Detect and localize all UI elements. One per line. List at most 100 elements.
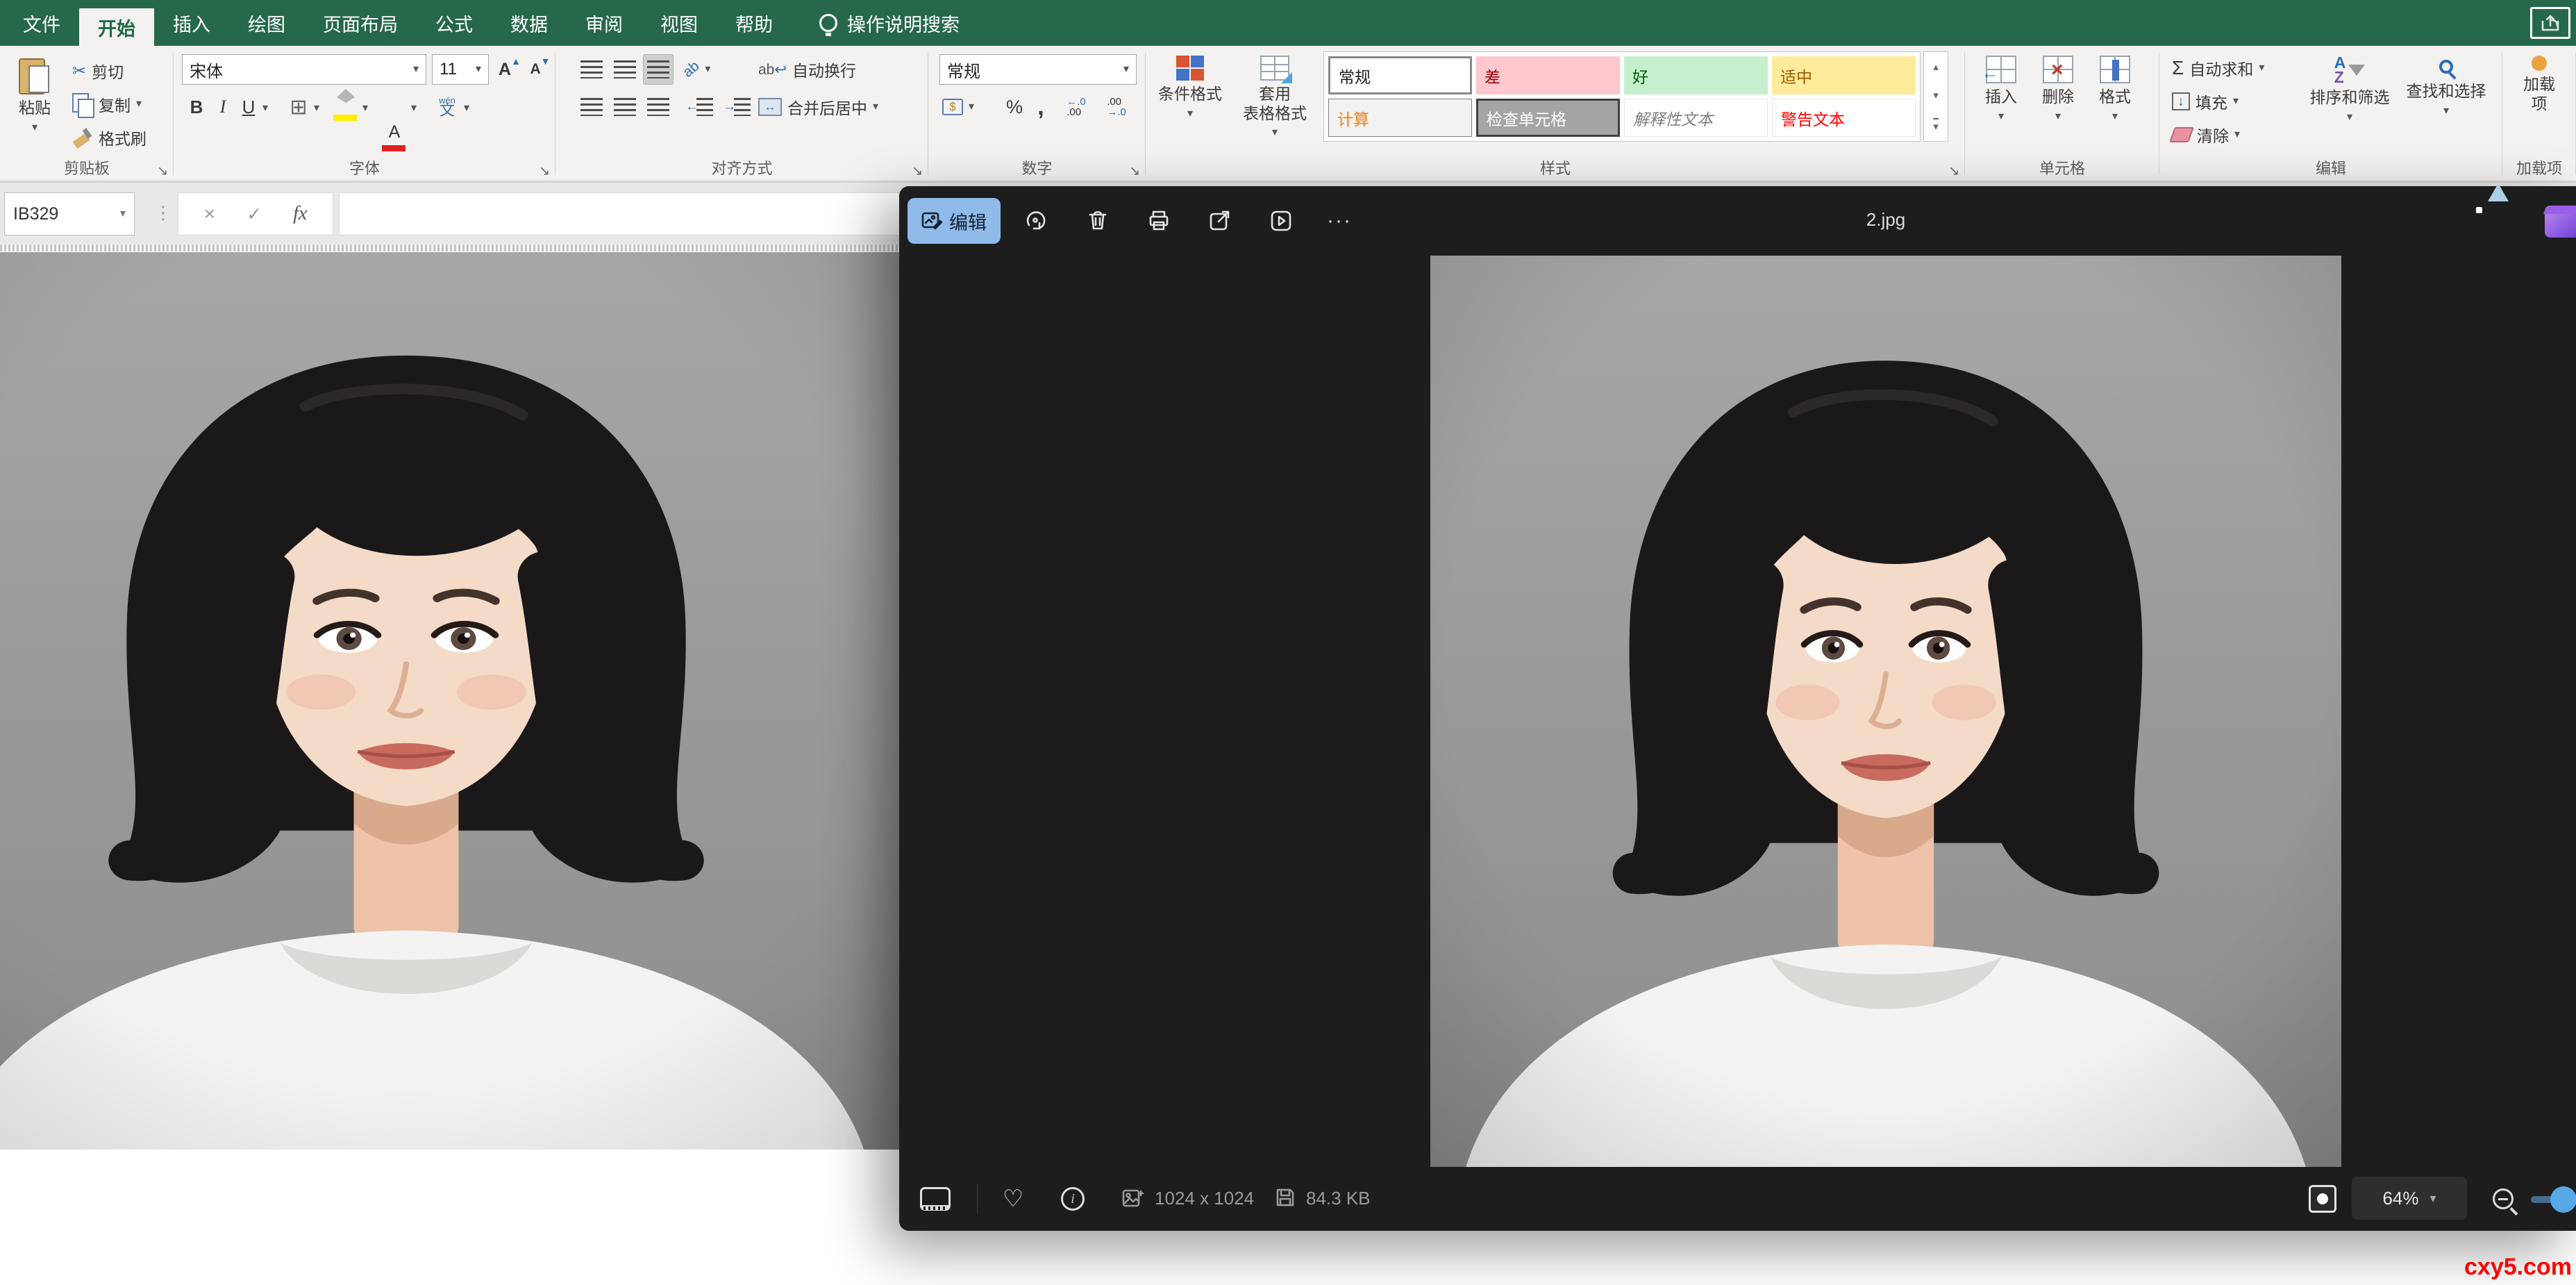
menu-tab-data[interactable]: 数据 bbox=[492, 0, 567, 46]
underline-caret[interactable]: ▾ bbox=[262, 103, 268, 114]
format-as-table-button[interactable]: 套用表格格式 ▾ bbox=[1233, 50, 1316, 154]
name-box[interactable]: IB329 ▾ bbox=[4, 192, 135, 235]
decrease-indent-button[interactable]: ← bbox=[682, 92, 717, 122]
top-align-button[interactable] bbox=[576, 54, 607, 85]
menu-tab-formulas[interactable]: 公式 bbox=[417, 0, 492, 46]
gallery-down-icon[interactable]: ▾ bbox=[1933, 89, 1939, 101]
cancel-entry-button[interactable]: × bbox=[204, 203, 215, 225]
style-bad[interactable]: 差 bbox=[1476, 56, 1620, 94]
orientation-button[interactable]: ab ▾ bbox=[683, 54, 710, 85]
fit-to-window-button[interactable] bbox=[2303, 1179, 2342, 1218]
align-right-button[interactable] bbox=[643, 92, 674, 122]
autosum-button[interactable]: Σ 自动求和 ▾ bbox=[2172, 53, 2264, 83]
phonetic-button[interactable]: wén 文 bbox=[432, 92, 462, 122]
increase-indent-button[interactable]: → bbox=[719, 92, 754, 122]
edit-button[interactable]: 编辑 bbox=[908, 198, 1001, 244]
delete-cells-button[interactable]: × 删除 ▾ bbox=[2032, 50, 2084, 154]
font-name-combo[interactable]: 宋体 ▾ bbox=[182, 54, 426, 85]
align-center-button[interactable] bbox=[610, 92, 640, 122]
insert-cells-button[interactable]: ← 插入 ▾ bbox=[1975, 50, 2027, 154]
favorite-button[interactable]: ♡ bbox=[994, 1179, 1032, 1218]
menu-tab-draw[interactable]: 绘图 bbox=[229, 0, 304, 46]
percent-button[interactable]: % bbox=[1001, 92, 1028, 122]
gallery-scroll[interactable]: ▴ ▾ ▾ bbox=[1923, 51, 1948, 142]
sort-filter-button[interactable]: AZ 排序和筛选 ▾ bbox=[2305, 50, 2394, 154]
font-color-button[interactable]: A bbox=[382, 122, 407, 153]
print-button[interactable] bbox=[1139, 201, 1178, 240]
zoom-out-button[interactable] bbox=[2484, 1179, 2523, 1218]
delete-button[interactable] bbox=[1078, 201, 1117, 240]
fill-button[interactable]: ↓ 填充 ▾ bbox=[2172, 86, 2239, 117]
slideshow-button[interactable] bbox=[1262, 201, 1300, 240]
style-explanatory[interactable]: 解释性文本 bbox=[1624, 99, 1768, 137]
addins-button[interactable]: 加载项 bbox=[2514, 50, 2565, 154]
format-cells-button[interactable]: 格式 ▾ bbox=[2089, 50, 2141, 154]
zoom-slider-knob[interactable] bbox=[2550, 1186, 2576, 1213]
zoom-slider[interactable] bbox=[2531, 1196, 2576, 1203]
style-neutral[interactable]: 适中 bbox=[1772, 56, 1916, 94]
more-options-button[interactable]: ··· bbox=[1320, 201, 1359, 240]
gallery-more-icon[interactable]: ▾ bbox=[1933, 118, 1939, 133]
font-size-combo[interactable]: 11 ▾ bbox=[432, 54, 489, 85]
phonetic-caret[interactable]: ▾ bbox=[464, 103, 469, 114]
worksheet-portrait-image[interactable] bbox=[0, 252, 903, 1150]
style-calculation[interactable]: 计算 bbox=[1328, 99, 1472, 137]
bold-button[interactable]: B bbox=[183, 92, 210, 122]
cut-button[interactable]: ✂ 剪切 bbox=[72, 56, 124, 86]
decrease-font-button[interactable]: A ▼ bbox=[525, 54, 555, 85]
tell-me-search[interactable]: 操作说明搜索 bbox=[847, 10, 960, 37]
zoom-level-dropdown[interactable]: 64% ▾ bbox=[2352, 1177, 2467, 1220]
bottom-align-button[interactable] bbox=[643, 54, 674, 85]
viewer-photo[interactable] bbox=[1430, 256, 2341, 1167]
fill-color-caret[interactable]: ▾ bbox=[362, 103, 368, 114]
alignment-dialog-launcher[interactable]: ↘ bbox=[912, 165, 923, 178]
italic-button[interactable]: I bbox=[211, 92, 235, 122]
align-left-button[interactable] bbox=[576, 92, 607, 122]
middle-align-button[interactable] bbox=[610, 54, 640, 85]
filmstrip-button[interactable] bbox=[916, 1179, 955, 1218]
borders-caret[interactable]: ▾ bbox=[314, 103, 319, 114]
gallery-up-icon[interactable]: ▴ bbox=[1933, 60, 1939, 73]
styles-dialog-launcher[interactable]: ↘ bbox=[1948, 165, 1959, 178]
format-painter-button[interactable]: 格式刷 bbox=[72, 122, 147, 153]
clipchamp-icon[interactable] bbox=[2545, 206, 2576, 238]
number-dialog-launcher[interactable]: ↘ bbox=[1129, 165, 1140, 178]
name-box-splitter[interactable]: ⋮ bbox=[154, 202, 172, 224]
menu-tab-page-layout[interactable]: 页面布局 bbox=[304, 0, 417, 46]
menu-tab-view[interactable]: 视图 bbox=[642, 0, 717, 46]
style-normal[interactable]: 常规 bbox=[1328, 56, 1472, 94]
wrap-text-button[interactable]: ab↩ 自动换行 bbox=[758, 54, 856, 85]
accounting-format-button[interactable]: $ ▾ bbox=[942, 92, 974, 122]
comma-button[interactable]: , bbox=[1030, 92, 1052, 122]
style-good[interactable]: 好 bbox=[1624, 56, 1768, 94]
confirm-entry-button[interactable]: ✓ bbox=[246, 204, 262, 225]
number-format-combo[interactable]: 常规 ▾ bbox=[939, 54, 1137, 85]
menu-tab-help[interactable]: 帮助 bbox=[717, 0, 792, 46]
font-color-caret[interactable]: ▾ bbox=[411, 103, 417, 114]
style-warning[interactable]: 警告文本 bbox=[1772, 99, 1916, 137]
info-button[interactable]: i bbox=[1053, 1179, 1092, 1218]
menu-tab-review[interactable]: 审阅 bbox=[567, 0, 642, 46]
copy-button[interactable]: 复制 ▾ bbox=[72, 89, 142, 119]
decrease-decimal-button[interactable]: .00 →.0 bbox=[1098, 92, 1135, 122]
increase-font-button[interactable]: A ▲ bbox=[494, 54, 525, 85]
share-button-photos[interactable] bbox=[1201, 201, 1239, 240]
conditional-formatting-button[interactable]: 条件格式 ▾ bbox=[1151, 50, 1229, 154]
rotate-button[interactable] bbox=[1016, 201, 1055, 240]
paste-button[interactable]: 粘贴 ▾ bbox=[4, 50, 65, 154]
menu-tab-insert[interactable]: 插入 bbox=[154, 0, 229, 46]
menu-tab-home[interactable]: 开始 bbox=[79, 8, 154, 46]
clipboard-dialog-launcher[interactable]: ↘ bbox=[157, 165, 168, 178]
fill-color-button[interactable] bbox=[333, 92, 358, 122]
font-dialog-launcher[interactable]: ↘ bbox=[539, 165, 550, 178]
style-check-cell[interactable]: 检查单元格 bbox=[1476, 99, 1620, 137]
increase-decimal-button[interactable]: ←.0 .00 bbox=[1057, 92, 1095, 122]
borders-button[interactable]: ⊞ bbox=[283, 92, 314, 122]
merge-center-button[interactable]: ↔ 合并后居中 ▾ bbox=[758, 92, 878, 122]
menu-tab-file[interactable]: 文件 bbox=[4, 0, 79, 46]
find-select-button[interactable]: 查找和选择 ▾ bbox=[2399, 50, 2493, 154]
underline-button[interactable]: U bbox=[236, 92, 261, 122]
insert-function-button[interactable]: fx bbox=[293, 203, 307, 225]
share-button[interactable] bbox=[2530, 7, 2570, 39]
clear-button[interactable]: 清除 ▾ bbox=[2172, 119, 2240, 150]
